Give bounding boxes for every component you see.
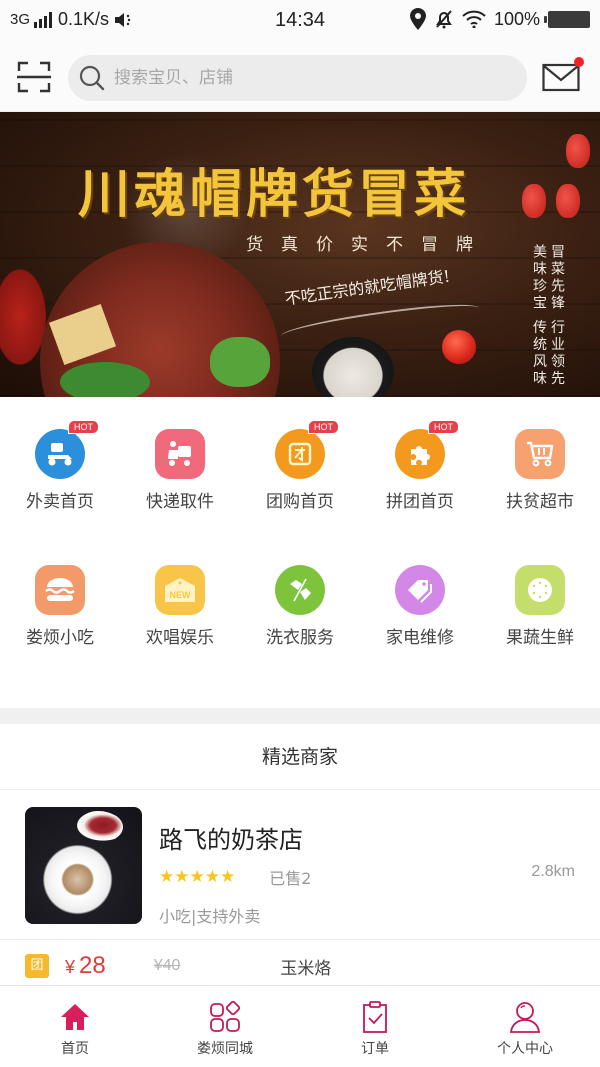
- cart-icon: [515, 429, 565, 479]
- search-icon: [79, 65, 105, 91]
- category-laundry[interactable]: 洗衣服务: [240, 565, 360, 708]
- search-box[interactable]: [68, 55, 527, 101]
- category-snacks[interactable]: 娄烦小吃: [0, 565, 120, 708]
- tomato-decoration: [442, 330, 476, 364]
- category-label: 拼团首页: [386, 492, 454, 512]
- battery-icon: [544, 10, 590, 28]
- fruit-icon: [515, 565, 565, 615]
- currency-symbol: ¥: [65, 957, 76, 977]
- star-rating: ★ ★ ★ ★ ★: [159, 867, 235, 887]
- mute-bell-icon: [436, 10, 452, 29]
- hot-badge: HOT: [308, 420, 339, 434]
- shop-tags: 小吃|支持外卖: [159, 907, 261, 926]
- unread-badge: [574, 57, 584, 67]
- original-price: ¥40: [153, 957, 181, 974]
- tab-orders[interactable]: 订单: [300, 986, 450, 1067]
- category-repair[interactable]: 家电维修: [360, 565, 480, 708]
- banner-side-text: 美味珍宝 传统风味: [531, 244, 547, 388]
- location-icon: [409, 8, 426, 30]
- shop-card[interactable]: 路飞的奶茶店 ★ ★ ★ ★ ★ 已售2 2.8km 小吃|支持外卖: [0, 790, 600, 940]
- new-tag-icon: NEW: [155, 565, 205, 615]
- scooter-icon: HOT: [35, 420, 99, 479]
- shop-name: 路飞的奶茶店: [159, 826, 303, 854]
- status-bar: 3G 0.1K/s 14:34 100%: [0, 0, 600, 42]
- scan-icon[interactable]: [17, 61, 51, 93]
- banner-subtitle: 货真价实不冒牌: [246, 235, 491, 255]
- category-label: 洗衣服务: [266, 628, 334, 648]
- lantern-decoration: [556, 184, 580, 218]
- category-label: 果蔬生鲜: [506, 628, 574, 648]
- star-icon: ★: [159, 867, 174, 887]
- tab-profile[interactable]: 个人中心: [450, 986, 600, 1067]
- mail-icon: [542, 63, 580, 92]
- lantern-decoration: [566, 134, 590, 168]
- price-value: 28: [79, 952, 106, 979]
- user-icon: [509, 1002, 541, 1033]
- vegetable-decoration: [60, 362, 150, 397]
- category-label: 扶贫超市: [506, 492, 574, 512]
- banner-slogan: 不吃正宗的就吃帽牌货!: [283, 266, 452, 309]
- wifi-icon: [462, 10, 486, 28]
- burger-icon: [35, 565, 85, 615]
- category-courier[interactable]: 快递取件: [120, 415, 240, 565]
- hot-badge: HOT: [68, 420, 99, 434]
- tab-label: 订单: [361, 1041, 389, 1057]
- hot-badge: HOT: [428, 420, 459, 434]
- rice-bowl-decoration: [312, 337, 394, 397]
- new-label: NEW: [170, 590, 192, 600]
- category-fresh[interactable]: 果蔬生鲜: [480, 565, 600, 708]
- category-row: 娄烦小吃 NEW 欢唱娱乐 洗衣服务 家电维修 果蔬生鲜: [0, 565, 600, 708]
- category-label: 娄烦小吃: [26, 628, 94, 648]
- promo-banner[interactable]: 川魂帽牌货冒菜 货真价实不冒牌 不吃正宗的就吃帽牌货! 冒菜先锋 行业领先 美味…: [0, 112, 600, 397]
- search-input[interactable]: [114, 68, 474, 88]
- category-label: 外卖首页: [26, 492, 94, 512]
- shop-thumbnail: [25, 807, 142, 924]
- repair-tag-icon: [395, 565, 445, 615]
- star-icon: ★: [189, 867, 205, 887]
- deal-price: ¥28: [65, 952, 106, 980]
- courier-icon: [155, 429, 205, 479]
- apps-icon: [210, 1000, 241, 1032]
- tab-city[interactable]: 娄烦同城: [150, 986, 300, 1067]
- star-icon: ★: [174, 867, 189, 887]
- tab-home[interactable]: 首页: [0, 986, 150, 1067]
- category-label: 家电维修: [386, 628, 454, 648]
- category-row: HOT 外卖首页 快递取件 HOT 团购首页 HOT 拼团首页 扶贫超市: [0, 415, 600, 565]
- deal-name: 玉米烙: [280, 958, 332, 979]
- search-header: [0, 42, 600, 112]
- clipboard-check-icon: [363, 1001, 387, 1033]
- tab-label: 娄烦同城: [197, 1041, 253, 1057]
- category-poverty-market[interactable]: 扶贫超市: [480, 415, 600, 565]
- category-group-buy[interactable]: HOT 团购首页: [240, 415, 360, 565]
- category-grid: HOT 外卖首页 快递取件 HOT 团购首页 HOT 拼团首页 扶贫超市 娄烦小…: [0, 397, 600, 708]
- group-deal-badge: 团: [25, 954, 49, 978]
- shop-distance: 2.8km: [531, 863, 575, 880]
- battery-percent: 100%: [493, 8, 540, 29]
- banner-side-text: 冒菜先锋 行业领先: [549, 244, 565, 388]
- messages-button[interactable]: [542, 57, 584, 92]
- category-label: 团购首页: [266, 492, 334, 512]
- laundry-tag-icon: [275, 565, 325, 615]
- vegetable-decoration: [210, 337, 270, 387]
- group-buy-icon: HOT: [275, 420, 339, 479]
- star-icon: ★: [220, 867, 235, 887]
- category-label: 快递取件: [146, 492, 214, 512]
- category-label: 欢唱娱乐: [146, 628, 214, 648]
- lantern-decoration: [522, 184, 546, 218]
- home-icon: [61, 1004, 89, 1030]
- category-takeout[interactable]: HOT 外卖首页: [0, 415, 120, 565]
- category-ktv[interactable]: NEW 欢唱娱乐: [120, 565, 240, 708]
- tab-label: 个人中心: [497, 1041, 553, 1057]
- puzzle-icon: HOT: [395, 420, 459, 479]
- section-title: 精选商家: [0, 724, 600, 790]
- tab-label: 首页: [61, 1041, 89, 1057]
- sold-count: 已售2: [269, 869, 312, 888]
- star-icon: ★: [204, 867, 220, 887]
- category-team-buy[interactable]: HOT 拼团首页: [360, 415, 480, 565]
- banner-title: 川魂帽牌货冒菜: [78, 164, 471, 225]
- section-divider: [0, 708, 600, 724]
- bottom-tab-bar: 首页 娄烦同城 订单 个人中心: [0, 985, 600, 1067]
